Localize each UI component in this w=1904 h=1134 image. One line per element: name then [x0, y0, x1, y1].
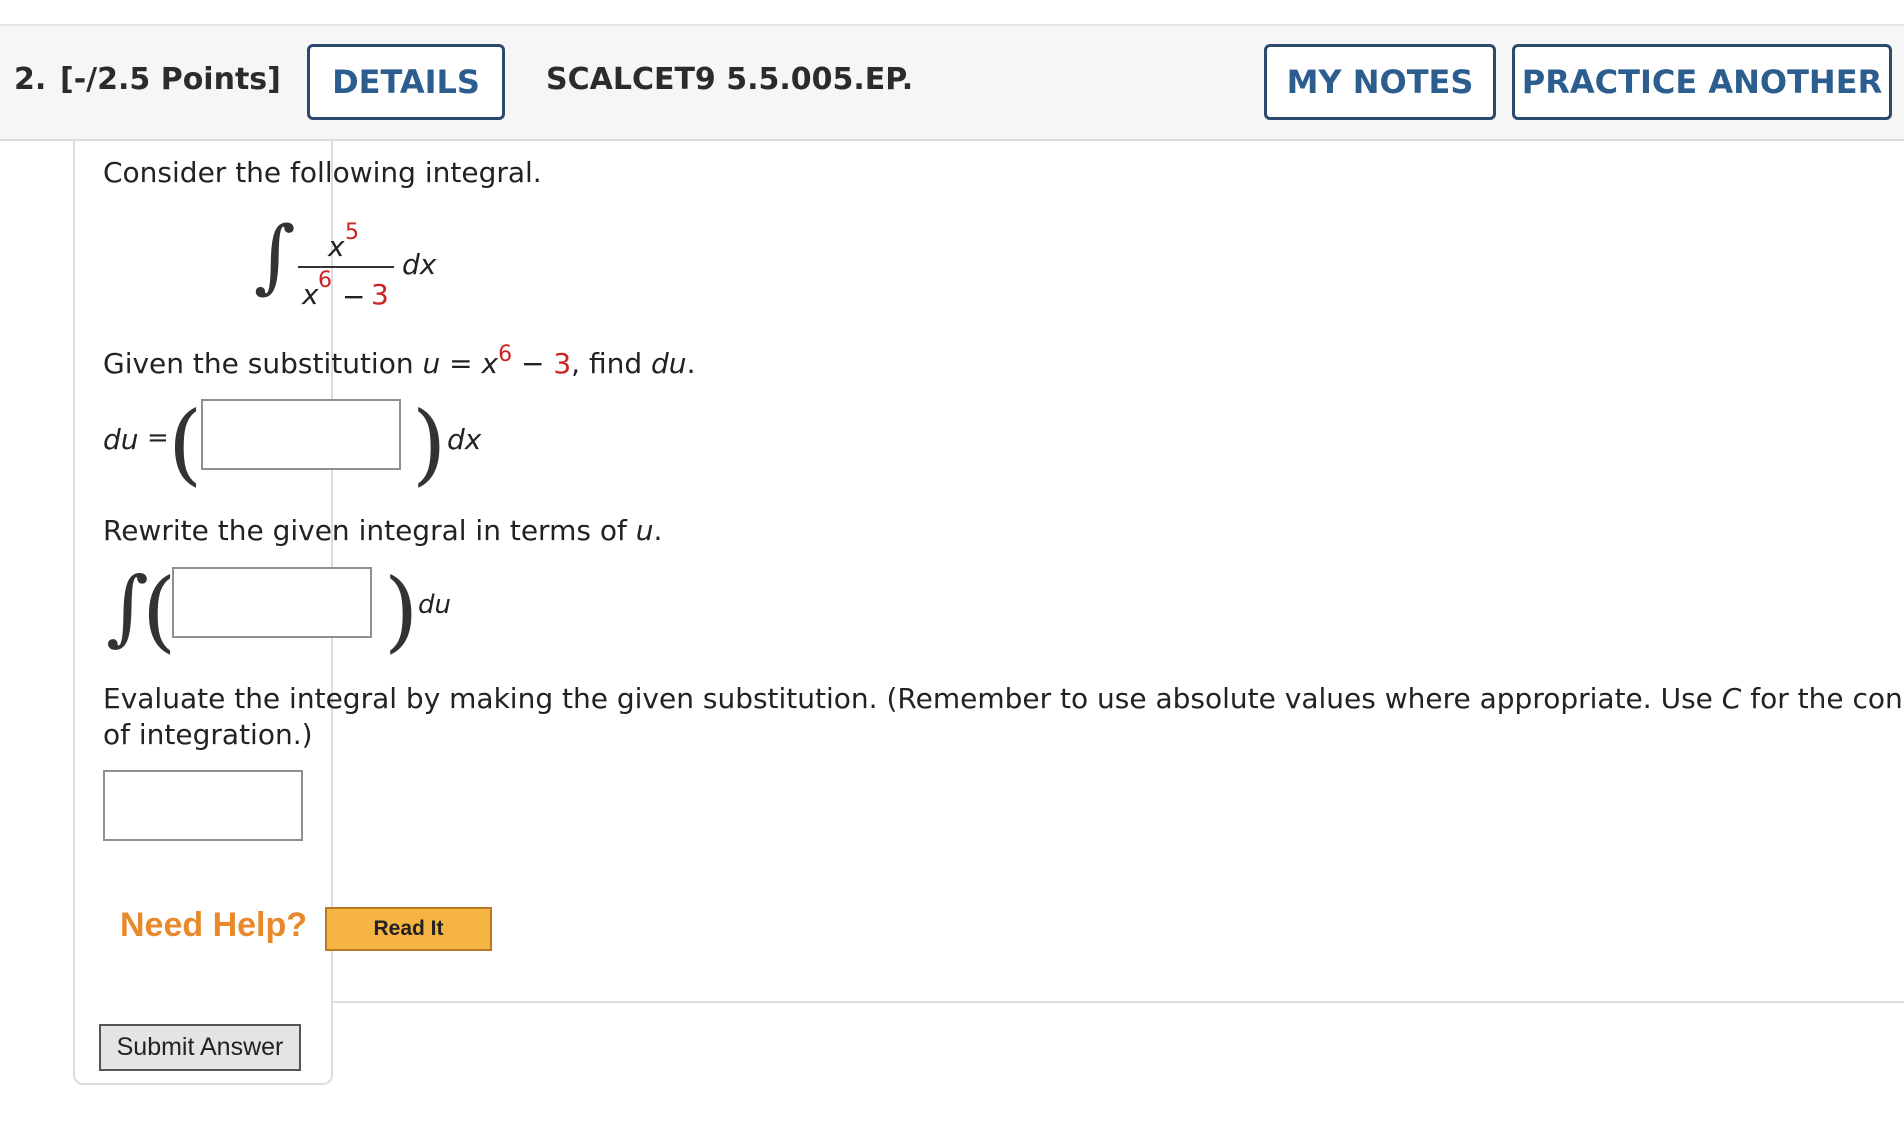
substitution-text: Given the substitution u = x6 − 3, find … — [103, 342, 696, 380]
rewrite-u: u — [635, 514, 654, 547]
sub-eq: = — [440, 347, 482, 380]
dx-label: dx — [447, 423, 482, 456]
problem-code: SCALCET9 5.5.005.EP. — [546, 62, 914, 97]
differential-dx: dx — [402, 248, 437, 281]
left-paren-1: ( — [168, 392, 203, 495]
points-label: [-/2.5 Points] — [60, 62, 281, 97]
du-input[interactable] — [201, 399, 401, 470]
content-divider — [331, 1001, 1904, 1003]
sub-end: . — [686, 347, 696, 380]
evaluate-line-2: of integration.) — [103, 718, 313, 751]
du-label: du — [103, 423, 139, 456]
sub-mid: , find — [571, 347, 652, 380]
details-button[interactable]: DETAILS — [307, 44, 505, 120]
right-paren-1: ) — [412, 392, 447, 495]
du-equals: = — [147, 423, 169, 453]
need-help-label: Need Help? — [120, 906, 308, 944]
integral-sign: ∫ — [254, 209, 296, 302]
numerator-base: x — [328, 230, 345, 263]
du-suffix: du — [418, 590, 451, 620]
practice-another-button[interactable]: PRACTICE ANOTHER — [1512, 44, 1892, 120]
sub-minus: − — [512, 347, 554, 380]
fraction-bar — [298, 266, 394, 268]
denominator-constant: 3 — [371, 278, 389, 311]
sub-constant: 3 — [553, 347, 572, 380]
sub-exponent: 6 — [498, 342, 513, 367]
numerator-exponent: 5 — [345, 220, 359, 245]
sub-prefix: Given the substitution — [103, 347, 423, 380]
question-number: 2. — [14, 62, 47, 97]
evaluate-prefix: Evaluate the integral by making the give… — [103, 682, 1722, 715]
evaluate-line-1: Evaluate the integral by making the give… — [103, 682, 1904, 715]
denominator-exponent: 6 — [318, 268, 332, 293]
denominator-operator: − — [342, 280, 366, 313]
right-paren-2: ) — [384, 559, 419, 662]
intro-text: Consider the following integral. — [103, 156, 542, 189]
rewrite-prefix: Rewrite the given integral in terms of — [103, 514, 636, 547]
rewrite-end: . — [653, 514, 663, 547]
integral-u-input[interactable] — [172, 567, 372, 638]
sub-x: x — [481, 347, 499, 380]
evaluate-suffix: for the constant — [1750, 682, 1904, 715]
evaluate-C: C — [1721, 682, 1742, 715]
rewrite-text: Rewrite the given integral in terms of u… — [103, 514, 662, 547]
answer-input[interactable] — [103, 770, 303, 841]
read-it-button[interactable]: Read It — [325, 907, 492, 951]
submit-answer-button[interactable]: Submit Answer — [99, 1024, 301, 1071]
sub-u: u — [422, 347, 441, 380]
sub-du: du — [651, 347, 687, 380]
denominator-base: x — [302, 278, 319, 311]
my-notes-button[interactable]: MY NOTES — [1264, 44, 1496, 120]
